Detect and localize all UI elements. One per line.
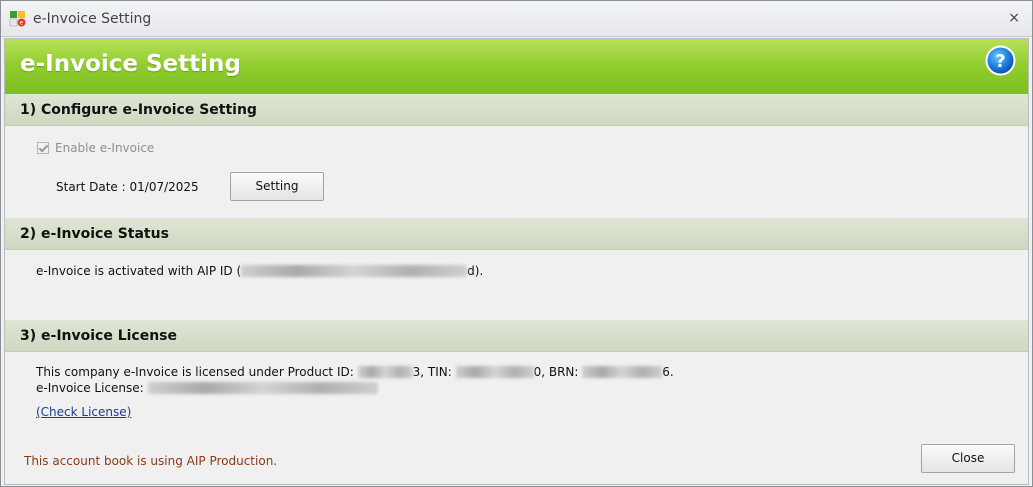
- status-suffix: d).: [467, 264, 484, 278]
- section-title: 2) e-Invoice Status: [20, 226, 169, 242]
- redacted-tin: [455, 366, 534, 378]
- checkbox-checked-icon[interactable]: [37, 142, 49, 154]
- section-header-license: 3) e-Invoice License: [5, 320, 1028, 352]
- page-title: e-Invoice Setting: [20, 51, 241, 77]
- close-button[interactable]: Close: [921, 444, 1015, 473]
- title-bar[interactable]: e e-Invoice Setting ×: [1, 1, 1032, 37]
- window-title: e-Invoice Setting: [33, 11, 152, 27]
- license-info: This company e-Invoice is licensed under…: [36, 365, 674, 379]
- section-header-status: 2) e-Invoice Status: [5, 218, 1028, 250]
- redacted-aip-id: [241, 265, 468, 277]
- license-label: e-Invoice License:: [36, 381, 144, 395]
- section-title: 3) e-Invoice License: [20, 328, 178, 344]
- start-date: Start Date : 01/07/2025: [56, 180, 199, 194]
- svg-text:?: ?: [995, 51, 1005, 72]
- section-header-configure: 1) Configure e-Invoice Setting: [5, 94, 1028, 126]
- setting-button[interactable]: Setting: [230, 172, 324, 201]
- help-icon[interactable]: ?: [985, 45, 1016, 76]
- footer-note: This account book is using AIP Productio…: [24, 454, 278, 468]
- enable-einvoice-label: Enable e-Invoice: [55, 141, 155, 155]
- svg-text:e: e: [20, 20, 24, 27]
- start-date-value: 01/07/2025: [129, 180, 199, 194]
- header-banner: e-Invoice Setting ?: [5, 39, 1028, 94]
- start-date-label: Start Date :: [56, 180, 126, 194]
- redacted-brn: [582, 366, 663, 378]
- close-icon[interactable]: ×: [1008, 10, 1020, 26]
- pid-suffix: 3, TIN:: [412, 365, 452, 379]
- redacted-product-id: [357, 366, 413, 378]
- tin-suffix: 0, BRN:: [533, 365, 579, 379]
- status-text: e-Invoice is activated with AIP ID ( d).: [36, 264, 483, 278]
- license-key: e-Invoice License:: [36, 381, 378, 395]
- dialog-content: e-Invoice Setting ? 1) Configure e-Invoi…: [4, 38, 1029, 485]
- app-icon: e: [9, 11, 26, 27]
- status-prefix: e-Invoice is activated with AIP ID (: [36, 264, 242, 278]
- check-license-link[interactable]: (Check License): [36, 405, 131, 419]
- brn-suffix: 6.: [662, 365, 674, 379]
- check-license-row: (Check License): [36, 405, 131, 419]
- section-title: 1) Configure e-Invoice Setting: [20, 102, 257, 118]
- enable-einvoice-checkbox[interactable]: Enable e-Invoice: [37, 141, 154, 155]
- dialog-window: e e-Invoice Setting × e-Invoice Setting …: [0, 0, 1033, 487]
- redacted-license-key: [147, 382, 378, 394]
- licensed-prefix: This company e-Invoice is licensed under…: [36, 365, 354, 379]
